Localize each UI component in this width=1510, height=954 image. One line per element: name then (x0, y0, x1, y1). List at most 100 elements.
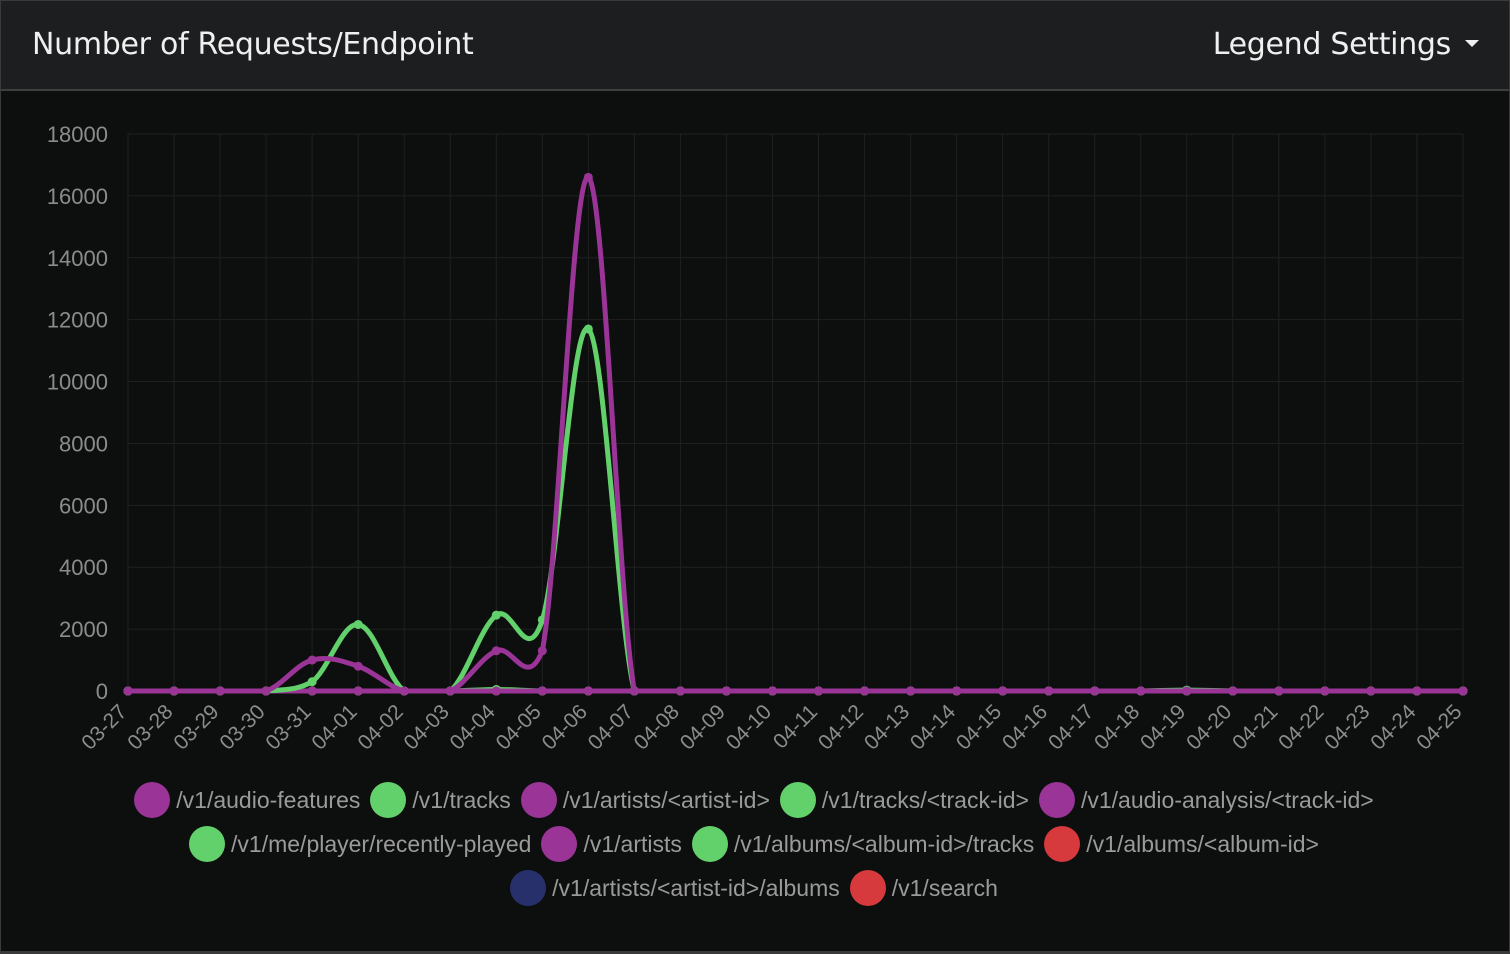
legend-swatch-icon (134, 782, 171, 818)
legend-label: /v1/audio-features (176, 786, 361, 813)
data-point (1366, 686, 1376, 696)
x-tick-label: 04-04 (446, 700, 500, 754)
data-point (1412, 686, 1422, 696)
line-chart: 0 2000 4000 6000 8000 10000 12000 14000 16000 180… (47, 122, 1468, 755)
data-point (491, 646, 501, 656)
legend-settings-label: Legend Settings (1212, 27, 1452, 62)
legend-item[interactable]: /v1/me/player/recently-played (189, 826, 531, 862)
data-point (860, 686, 870, 696)
x-tick-label: 04-01 (307, 700, 361, 754)
data-point (491, 686, 501, 696)
x-tick-label: 04-09 (676, 700, 730, 754)
y-tick-label: 14000 (47, 246, 108, 271)
legend-item[interactable]: /v1/audio-analysis/<track-id> (1038, 782, 1374, 818)
legend-item[interactable]: /v1/albums/<album-id> (1044, 826, 1319, 862)
legend-item[interactable]: /v1/tracks (370, 782, 511, 818)
data-point (1136, 686, 1146, 696)
legend-swatch-icon (520, 782, 557, 818)
data-point (261, 686, 271, 696)
legend-label: /v1/artists/<artist-id> (562, 786, 770, 813)
x-tick-label: 04-10 (722, 700, 776, 754)
legend-item[interactable]: /v1/albums/<album-id>/tracks (691, 826, 1035, 862)
x-tick-label: 03-31 (261, 700, 315, 754)
series-line (125, 326, 1466, 694)
data-point (721, 686, 731, 696)
x-tick-label: 04-12 (814, 700, 868, 754)
data-point (491, 610, 501, 620)
data-point (1182, 686, 1192, 696)
x-tick-label: 04-11 (769, 700, 822, 753)
x-tick-label: 04-06 (538, 700, 592, 754)
data-point (998, 686, 1008, 696)
x-tick-label: 03-30 (215, 700, 269, 754)
legend-row: /v1/me/player/recently-played/v1/artists… (0, 822, 1508, 866)
data-point (537, 646, 547, 656)
y-tick-label: 16000 (47, 184, 108, 209)
data-point (952, 686, 962, 696)
x-tick-label: 04-20 (1182, 700, 1236, 754)
legend-swatch-icon (1038, 782, 1075, 818)
legend-item[interactable]: /v1/tracks/<track-id> (779, 782, 1029, 818)
caret-down-icon (1465, 40, 1479, 47)
x-tick-label: 04-03 (400, 700, 454, 754)
panel-header: Number of Requests/Endpoint Legend Setti… (1, 1, 1509, 91)
y-tick-label: 2000 (59, 617, 108, 642)
legend-swatch-icon (1044, 826, 1081, 862)
y-tick-label: 12000 (47, 308, 108, 333)
x-tick-label: 04-08 (630, 700, 684, 754)
data-point (675, 686, 685, 696)
legend-label: /v1/albums/<album-id>/tracks (733, 830, 1035, 857)
legend-item[interactable]: /v1/artists/<artist-id>/albums (510, 870, 840, 906)
x-tick-label: 03-27 (77, 700, 131, 754)
chart-legend: /v1/audio-features/v1/tracks/v1/artists/… (0, 778, 1508, 910)
data-point (767, 686, 777, 696)
legend-label: /v1/albums/<album-id> (1086, 830, 1319, 857)
legend-label: /v1/tracks (412, 786, 511, 813)
data-point (629, 686, 639, 696)
x-tick-label: 04-07 (584, 700, 638, 754)
x-tick-label: 03-29 (169, 700, 223, 754)
y-tick-label: 18000 (47, 122, 108, 147)
legend-item[interactable]: /v1/artists (541, 826, 682, 862)
legend-label: /v1/search (891, 874, 998, 901)
legend-item[interactable]: /v1/artists/<artist-id> (520, 782, 770, 818)
x-tick-label: 04-14 (906, 700, 960, 754)
data-point (1228, 686, 1238, 696)
data-point (123, 686, 133, 696)
data-point (307, 677, 317, 687)
data-point (1044, 686, 1054, 696)
x-tick-label: 04-25 (1412, 700, 1466, 754)
x-tick-label: 04-23 (1320, 700, 1374, 754)
x-tick-label: 04-22 (1274, 700, 1328, 754)
x-tick-label: 04-24 (1366, 700, 1420, 754)
x-tick-label: 04-02 (353, 700, 407, 754)
legend-label: /v1/tracks/<track-id> (821, 786, 1029, 813)
data-point (814, 686, 824, 696)
data-point (215, 686, 225, 696)
legend-label: /v1/artists/<artist-id>/albums (552, 874, 840, 901)
legend-swatch-icon (370, 782, 407, 818)
data-point (307, 686, 317, 696)
data-point (1320, 686, 1330, 696)
data-point (169, 686, 179, 696)
data-point (353, 686, 363, 696)
legend-swatch-icon (541, 826, 578, 862)
legend-item[interactable]: /v1/audio-features (134, 782, 360, 818)
data-point (445, 686, 455, 696)
legend-item[interactable]: /v1/search (849, 870, 998, 906)
legend-swatch-icon (691, 826, 728, 862)
x-tick-label: 03-28 (123, 700, 177, 754)
x-tick-label: 04-13 (860, 700, 914, 754)
x-tick-label: 04-18 (1090, 700, 1144, 754)
legend-settings-button[interactable]: Legend Settings (1213, 27, 1479, 62)
legend-swatch-icon (510, 870, 547, 906)
data-point (399, 686, 409, 696)
legend-label: /v1/artists (583, 830, 682, 857)
data-point (353, 619, 363, 629)
page-title: Number of Requests/Endpoint (32, 27, 474, 62)
data-point (583, 324, 593, 334)
x-tick-label: 04-21 (1228, 700, 1282, 754)
data-point (583, 172, 593, 182)
data-point (353, 661, 363, 671)
x-tick-label: 04-15 (952, 700, 1006, 754)
